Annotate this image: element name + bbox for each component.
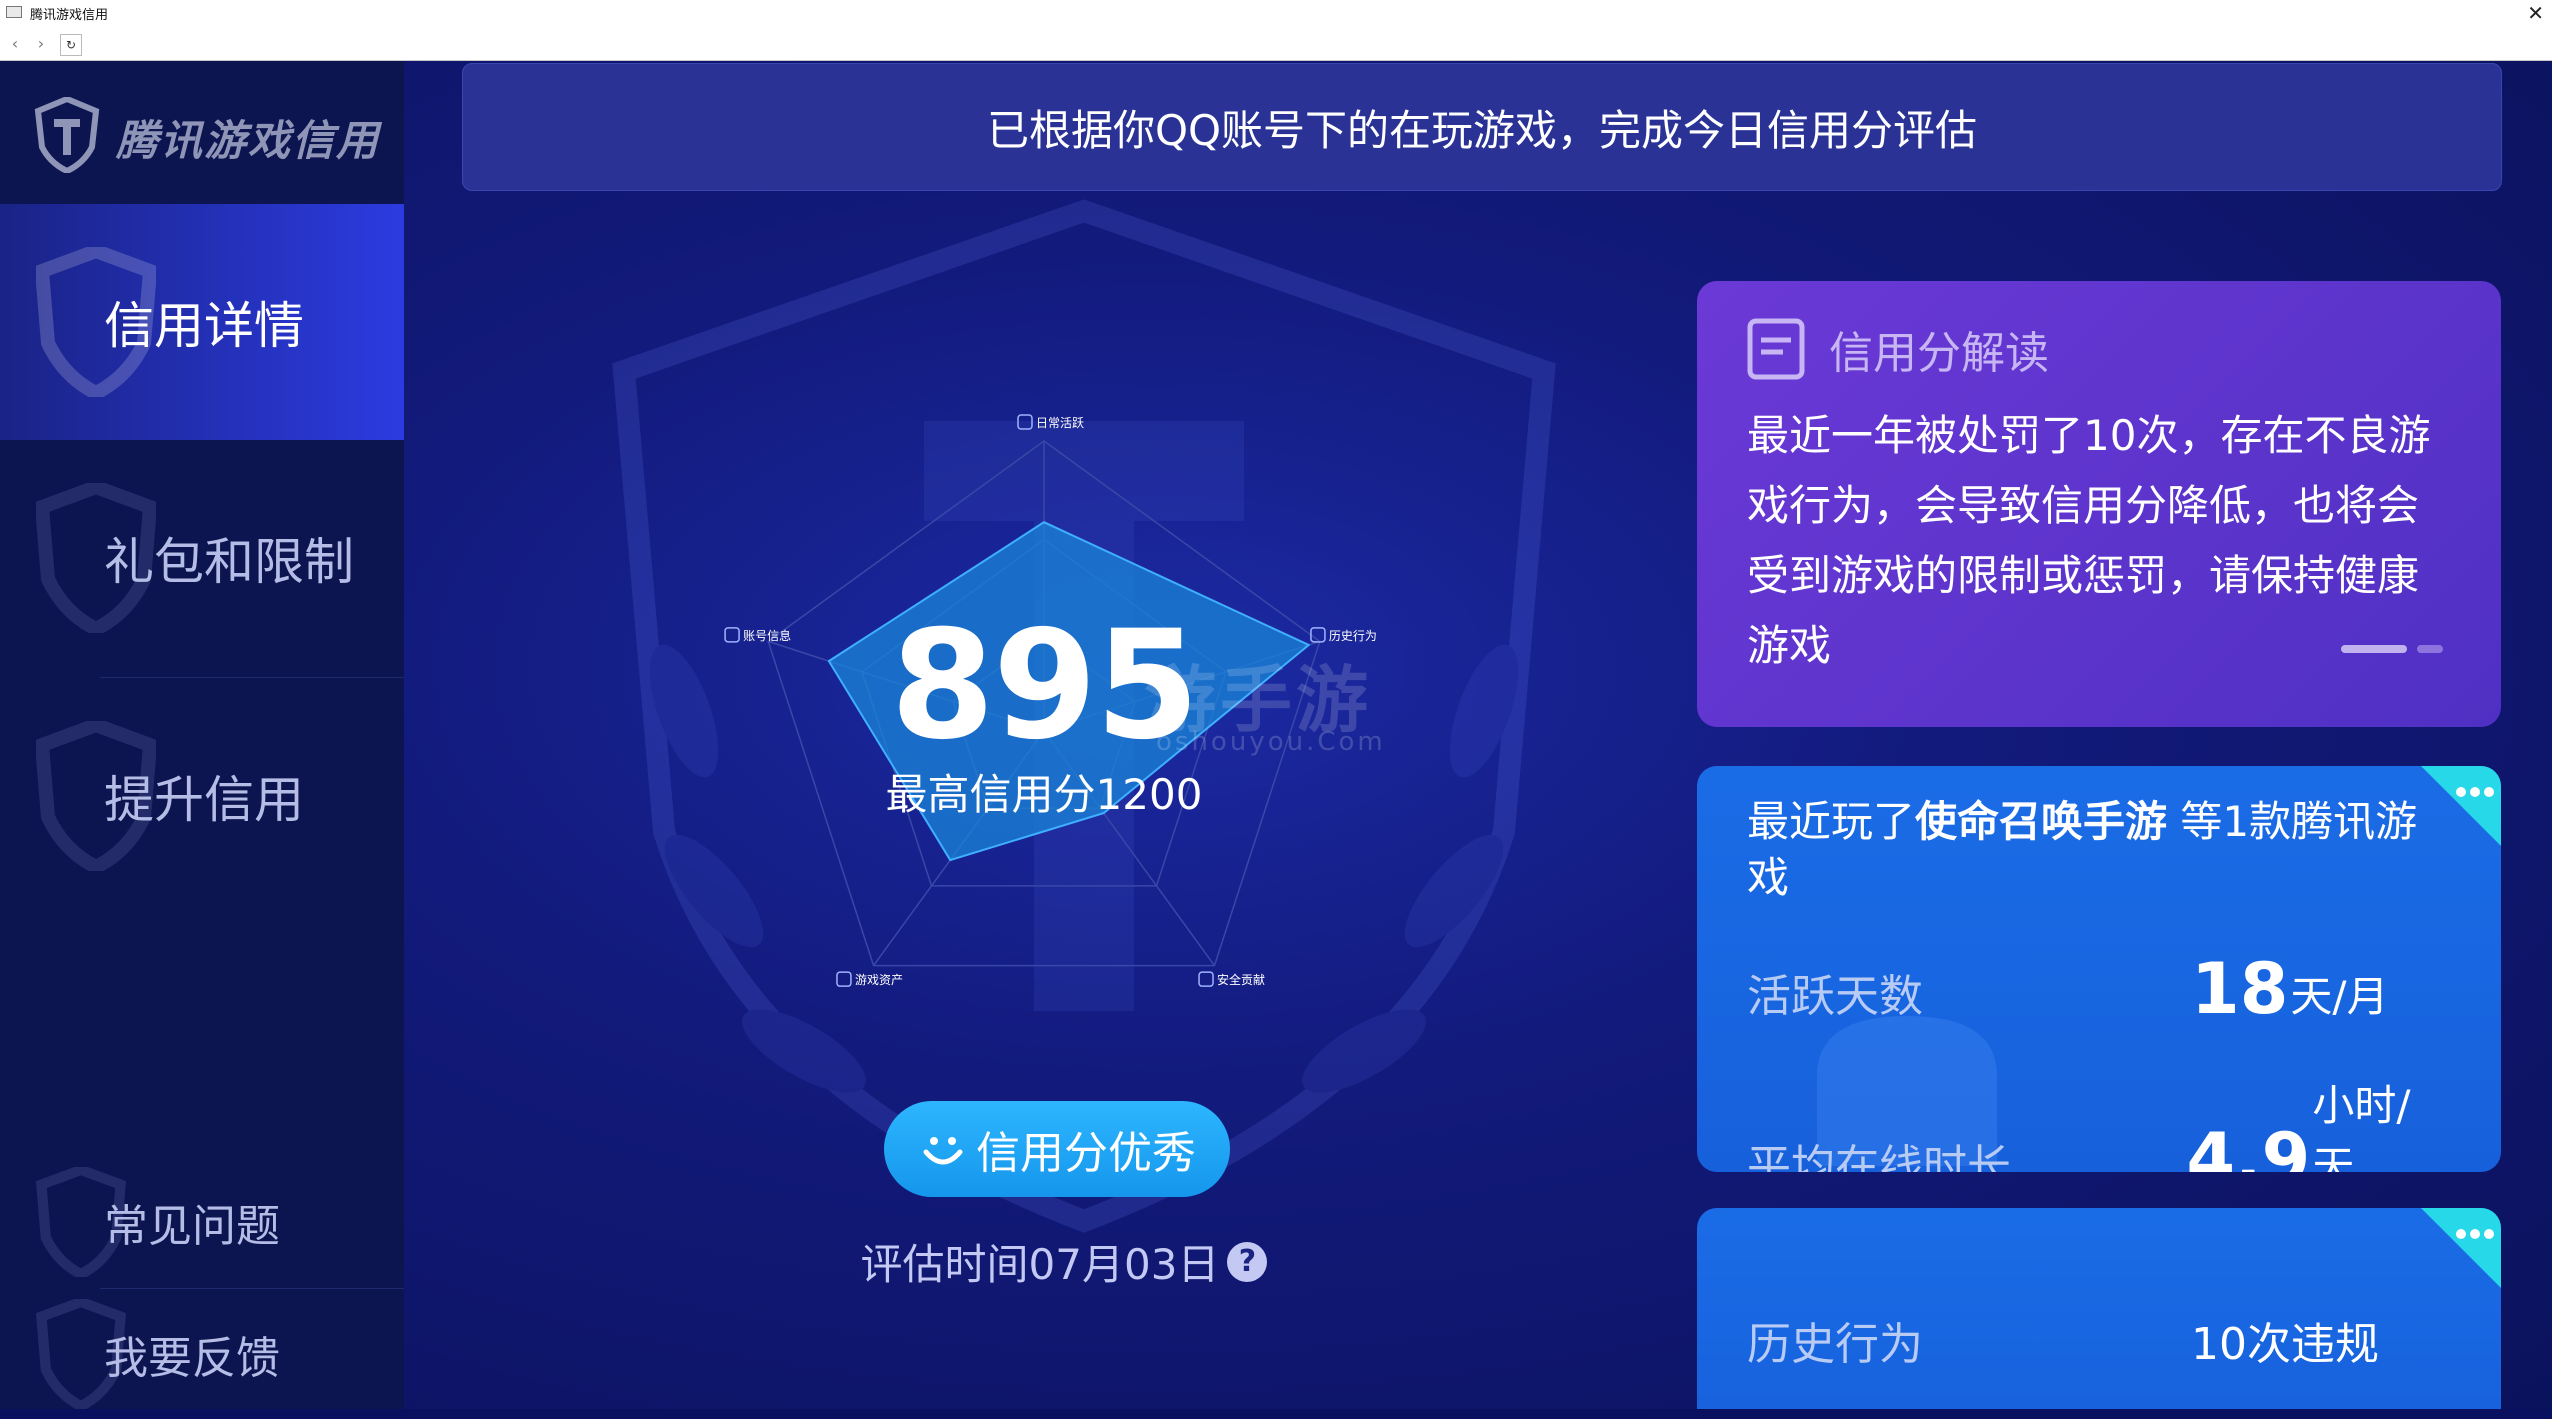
sidebar-item-label: 提升信用 xyxy=(104,771,304,829)
stat-label: 平均在线时长 xyxy=(1747,1141,2011,1172)
radar-axis-icon xyxy=(1017,414,1033,430)
carousel-dot[interactable] xyxy=(2417,645,2443,653)
credit-status-label: 信用分优秀 xyxy=(976,1128,1196,1179)
active-days-row: 活跃天数 18 天/月 xyxy=(1747,954,2451,1024)
main-panel: 已根据你QQ账号下的在玩游戏，完成今日信用分评估 日常活跃历史行为 安全贡献 游戏资… xyxy=(404,61,2552,1409)
credit-interpretation-card: 信用分解读 最近一年被处罚了10次，存在不良游戏行为，会导致信用分降低，也将会受… xyxy=(1697,281,2501,727)
radar-axis-label: 账号信息 xyxy=(724,627,791,643)
reload-icon[interactable]: ↻ xyxy=(60,34,82,56)
radar-axis-label: 安全贡献 xyxy=(1198,971,1265,987)
radar-axis-text: 日常活跃 xyxy=(1036,416,1084,430)
radar-axis-icon xyxy=(724,627,740,643)
assessment-banner: 已根据你QQ账号下的在玩游戏，完成今日信用分评估 xyxy=(462,63,2502,191)
recent-game-card: 最近玩了使命召唤手游 等1款腾讯游戏 活跃天数 18 天/月 平均在线时长 4.… xyxy=(1697,766,2501,1172)
evaluation-time-text: 评估时间07月03日 xyxy=(860,1240,1220,1289)
radar-axis-text: 安全贡献 xyxy=(1217,972,1265,987)
game-prefix: 最近玩了 xyxy=(1747,797,1916,846)
sidebar-item-label: 礼包和限制 xyxy=(104,533,354,591)
recent-game-title: 最近玩了使命召唤手游 等1款腾讯游戏 xyxy=(1747,794,2451,906)
online-time-row: 平均在线时长 4.9 小时/天 xyxy=(1747,1072,2451,1172)
stat-unit: 小时/天 xyxy=(2312,1081,2411,1172)
history-behavior-card: 历史行为 10次违规 xyxy=(1697,1208,2501,1409)
sidebar: 腾讯游戏信用 信用详情 礼包和限制 提升信用 常见问题 我要反馈 xyxy=(0,61,404,1409)
close-icon[interactable]: ✕ xyxy=(2527,0,2544,26)
window-titlebar: 腾讯游戏信用 ✕ ‹ › ↻ xyxy=(0,0,2552,61)
stat-label: 活跃天数 xyxy=(1747,971,1923,1022)
document-icon xyxy=(1747,318,1805,380)
sidebar-item-faq[interactable]: 常见问题 xyxy=(0,1157,404,1287)
sidebar-item-gifts-limits[interactable]: 礼包和限制 xyxy=(0,440,404,676)
evaluation-time: 评估时间07月03日 ? xyxy=(854,1231,1274,1292)
stat-unit: 天/月 xyxy=(2290,972,2389,1021)
game-name[interactable]: 使命召唤手游 xyxy=(1915,797,2167,846)
logo: 腾讯游戏信用 xyxy=(34,97,394,187)
back-icon[interactable]: ‹ xyxy=(4,32,26,56)
stat-value: 10次违规 xyxy=(2191,1319,2379,1370)
radar-axis-label: 游戏资产 xyxy=(836,971,903,987)
smile-icon xyxy=(923,1137,963,1165)
sidebar-item-feedback[interactable]: 我要反馈 xyxy=(0,1289,404,1419)
sidebar-item-improve-credit[interactable]: 提升信用 xyxy=(0,678,404,914)
carousel-dot-active[interactable] xyxy=(2341,645,2407,653)
history-row: 历史行为 10次违规 xyxy=(1747,1308,2451,1372)
radar-axis-icon xyxy=(836,971,852,987)
more-icon[interactable] xyxy=(2421,1208,2501,1288)
max-score-label: 最高信用分1200 xyxy=(885,770,1203,819)
interpretation-text: 最近一年被处罚了10次，存在不良游戏行为，会导致信用分降低，也将会受到游戏的限制… xyxy=(1747,411,2431,670)
sidebar-item-label: 我要反馈 xyxy=(104,1333,280,1384)
stat-label: 历史行为 xyxy=(1747,1319,1923,1370)
stat-value: 4.9 xyxy=(2186,1118,2311,1172)
sidebar-item-credit-details[interactable]: 信用详情 xyxy=(0,204,404,440)
radar-axis-icon xyxy=(1198,971,1214,987)
shield-logo-icon xyxy=(34,97,100,173)
radar-axis-text: 游戏资产 xyxy=(855,973,903,987)
sidebar-item-label: 常见问题 xyxy=(104,1201,280,1252)
app-icon xyxy=(6,6,22,18)
more-icon[interactable] xyxy=(2421,766,2501,846)
card-title: 信用分解读 xyxy=(1829,328,2049,379)
forward-icon[interactable]: › xyxy=(30,32,52,56)
help-icon[interactable]: ? xyxy=(1227,1241,1268,1282)
stat-value: 18 xyxy=(2191,948,2289,1030)
credit-status-badge[interactable]: 信用分优秀 xyxy=(884,1101,1230,1197)
sidebar-item-label: 信用详情 xyxy=(104,297,304,355)
credit-score: 895 xyxy=(890,599,1199,773)
radar-axis-text: 账号信息 xyxy=(743,628,791,643)
window-title: 腾讯游戏信用 xyxy=(30,8,109,23)
logo-text: 腾讯游戏信用 xyxy=(116,116,381,165)
carousel-indicator[interactable] xyxy=(2341,645,2443,653)
radar-axis-label: 日常活跃 xyxy=(1017,414,1084,430)
